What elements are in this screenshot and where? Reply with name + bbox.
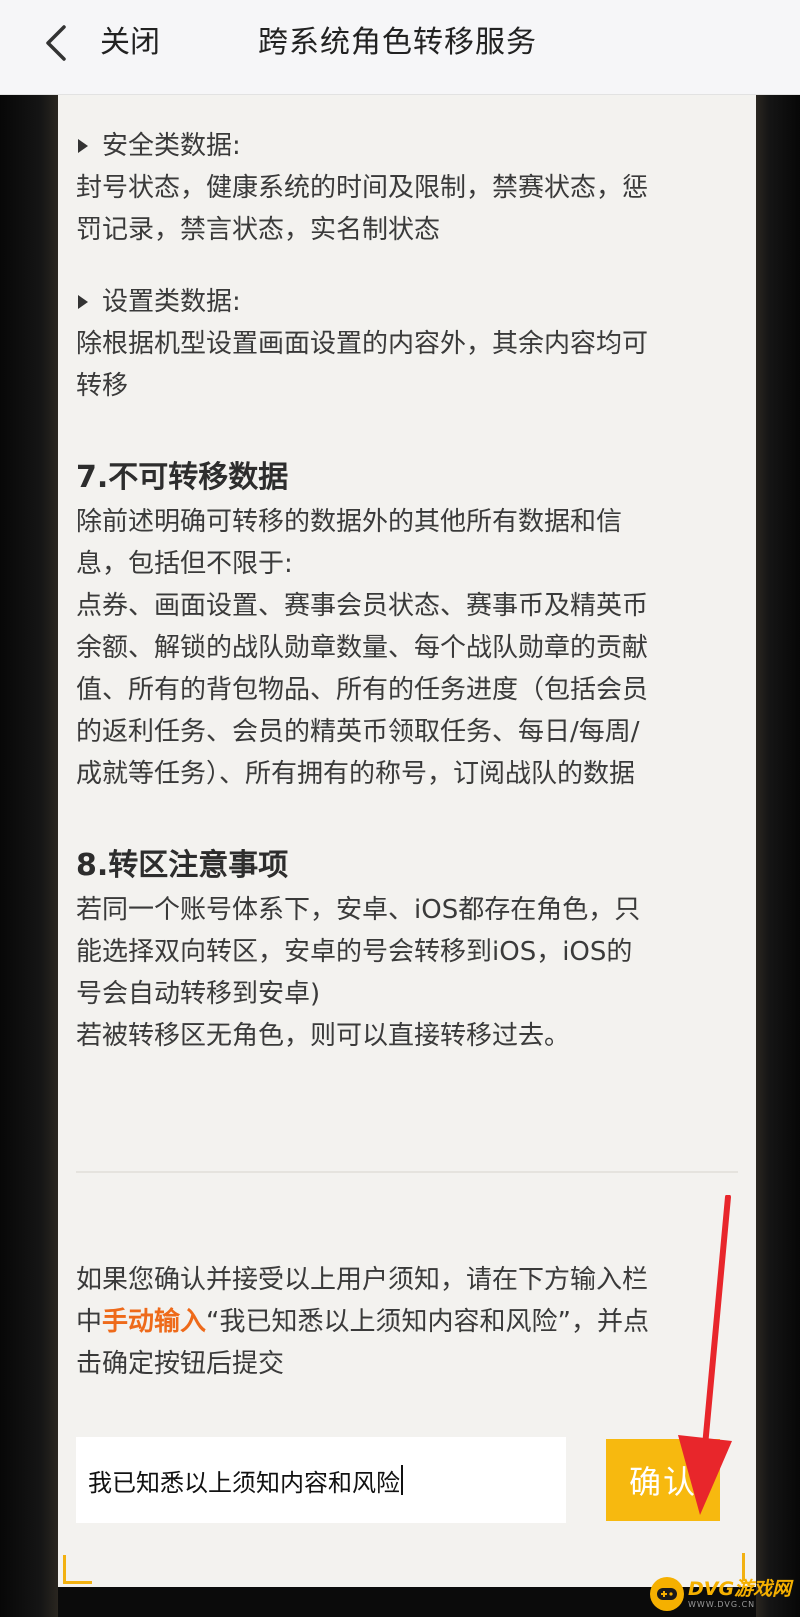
bullet-triangle-icon bbox=[78, 139, 88, 153]
settings-data-line: 转移 bbox=[76, 371, 129, 401]
text-cursor bbox=[401, 1465, 403, 1495]
manual-input-highlight: 手动输入 bbox=[102, 1307, 207, 1337]
watermark-text-block: DVG游戏网 WWW.DVG.CN bbox=[688, 1578, 791, 1610]
gamepad-logo-icon bbox=[650, 1577, 684, 1611]
bullet-triangle-icon bbox=[78, 295, 88, 309]
non-transferable-line: 息，包括但不限于: bbox=[76, 549, 293, 579]
page-title: 跨系统角色转移服务 bbox=[258, 25, 537, 60]
instruction-prefix: 中 bbox=[76, 1307, 103, 1337]
frame-left-edge bbox=[0, 95, 58, 1617]
watermark-text: DVG游戏网 bbox=[688, 1578, 792, 1600]
section-title-non-transferable: 7.不可转移数据 bbox=[76, 460, 289, 495]
instruction-line: 中手动输入“我已知悉以上须知内容和风险”，并点 bbox=[76, 1301, 738, 1343]
non-transferable-line: 除前述明确可转移的数据外的其他所有数据和信 bbox=[76, 507, 623, 537]
red-arrow-annotation bbox=[678, 1195, 732, 1515]
non-transferable-line: 点券、画面设置、赛事会员状态、赛事币及精英币 bbox=[76, 591, 649, 621]
confirmation-instructions: 如果您确认并接受以上用户须知，请在下方输入栏 中手动输入“我已知悉以上须知内容和… bbox=[76, 1259, 738, 1385]
watermark-subtext: WWW.DVG.CN bbox=[688, 1600, 756, 1609]
back-button[interactable] bbox=[30, 18, 80, 68]
security-data-line: 封号状态，健康系统的时间及限制，禁赛状态，惩 bbox=[76, 173, 649, 203]
non-transferable-line: 成就等任务）、所有拥有的称号，订阅战队的数据 bbox=[76, 759, 636, 789]
content-panel[interactable]: 安全类数据: 封号状态，健康系统的时间及限制，禁赛状态，惩 罚记录，禁言状态，实… bbox=[58, 95, 756, 1587]
non-transferable-line: 值、所有的背包物品、所有的任务进度（包括会员 bbox=[76, 675, 649, 705]
non-transferable-line: 余额、解锁的战队勋章数量、每个战队勋章的贡献 bbox=[76, 633, 649, 663]
instruction-quote: “我已知悉以上须知内容和风险”，并点 bbox=[206, 1307, 649, 1337]
divider bbox=[76, 1171, 738, 1173]
corner-bracket-left bbox=[63, 1555, 92, 1584]
section-title-transfer-notes: 8.转区注意事项 bbox=[76, 848, 289, 883]
acknowledgement-input-value: 我已知悉以上须知内容和风险 bbox=[88, 1468, 400, 1497]
security-data-heading: 安全类数据: bbox=[76, 125, 736, 167]
top-bar: 关闭 跨系统角色转移服务 bbox=[0, 0, 800, 95]
transfer-notes-line: 能选择双向转区，安卓的号会转移到iOS，iOS的 bbox=[76, 937, 633, 967]
site-watermark: DVG游戏网 WWW.DVG.CN bbox=[650, 1574, 798, 1614]
frame-right-edge bbox=[756, 95, 800, 1617]
instruction-line: 如果您确认并接受以上用户须知，请在下方输入栏 bbox=[76, 1265, 649, 1295]
settings-data-heading: 设置类数据: bbox=[76, 281, 736, 323]
security-data-heading-text: 安全类数据: bbox=[102, 131, 241, 161]
transfer-notes-line: 若被转移区无角色，则可以直接转移过去。 bbox=[76, 1021, 571, 1051]
settings-data-heading-text: 设置类数据: bbox=[102, 287, 241, 317]
settings-data-line: 除根据机型设置画面设置的内容外，其余内容均可 bbox=[76, 329, 649, 359]
instruction-line: 击确定按钮后提交 bbox=[76, 1349, 285, 1379]
transfer-notes-line: 号会自动转移到安卓) bbox=[76, 979, 321, 1009]
screen: 关闭 跨系统角色转移服务 安全类数据: 封号状态，健康系统的时间及限制，禁赛状态… bbox=[0, 0, 800, 1617]
chevron-left-icon bbox=[46, 25, 66, 61]
acknowledgement-input[interactable]: 我已知悉以上须知内容和风险 bbox=[76, 1437, 566, 1523]
terms-content: 安全类数据: 封号状态，健康系统的时间及限制，禁赛状态，惩 罚记录，禁言状态，实… bbox=[76, 125, 736, 1057]
transfer-notes-line: 若同一个账号体系下，安卓、iOS都存在角色，只 bbox=[76, 895, 641, 925]
non-transferable-line: 的返利任务、会员的精英币领取任务、每日/每周/ bbox=[76, 717, 640, 747]
security-data-line: 罚记录，禁言状态，实名制状态 bbox=[76, 215, 441, 245]
close-button[interactable]: 关闭 bbox=[100, 22, 160, 64]
